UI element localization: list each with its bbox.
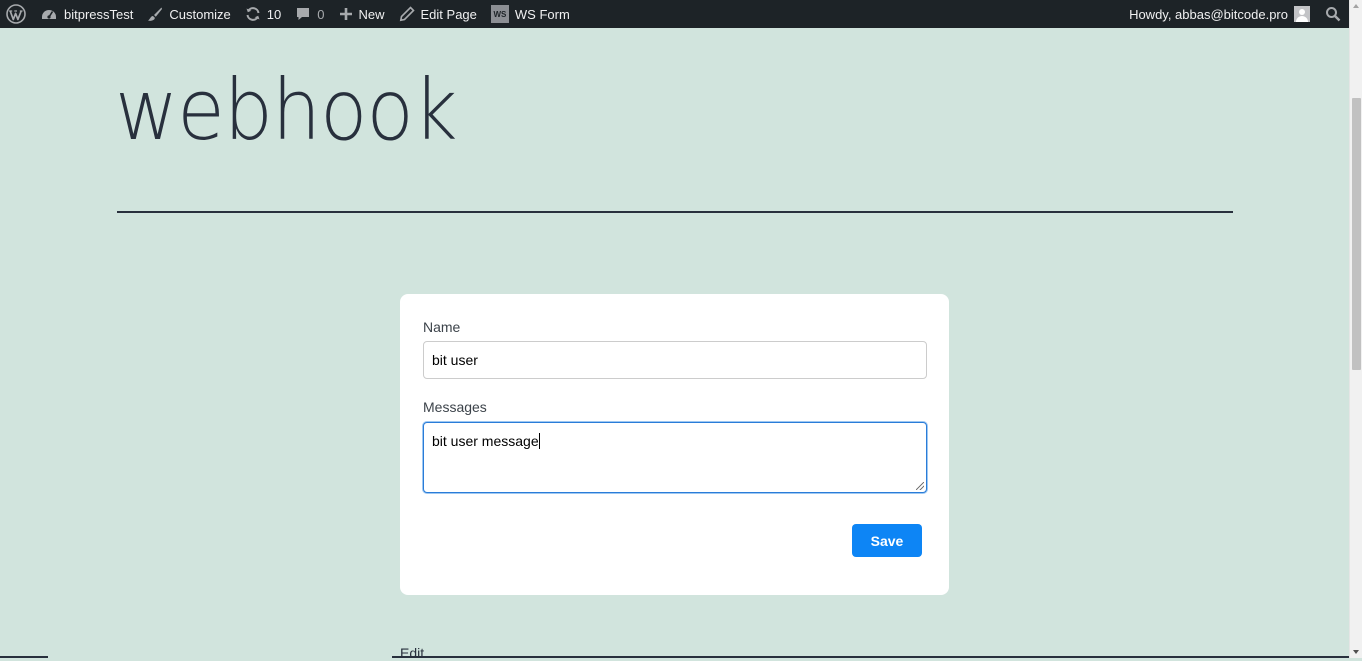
scrollbar-thumb[interactable] [1352,98,1361,370]
updates-count: 10 [266,6,282,22]
text-caret [538,433,540,449]
dashboard-icon [40,5,58,23]
messages-textarea-value: bit user message [432,433,539,449]
webhook-form-card: Name bit user Messages bit user message … [400,294,949,595]
howdy-label: Howdy, abbas@bitcode.pro [1129,6,1288,22]
save-button[interactable]: Save [852,524,922,557]
wordpress-menu[interactable] [0,0,33,28]
search-icon [1326,7,1341,22]
pencil-icon [399,6,415,22]
title-divider [117,211,1233,213]
resize-handle-icon[interactable] [916,482,924,490]
vertical-scrollbar[interactable] [1349,0,1362,658]
customize-label: Customize [169,6,231,22]
customize-link[interactable]: Customize [140,0,237,28]
scroll-down-arrow-icon[interactable] [1353,650,1359,654]
site-name-menu[interactable]: bitpressTest [33,0,140,28]
admin-bar-secondary: Howdy, abbas@bitcode.pro [1122,0,1349,28]
ws-form-menu[interactable]: WS WS Form [484,0,577,28]
messages-textarea[interactable]: bit user message [423,422,927,493]
messages-label: Messages [423,399,487,415]
ws-form-label: WS Form [514,6,570,22]
wordpress-logo-icon [6,4,26,24]
avatar [1294,6,1310,22]
scroll-up-arrow-icon[interactable] [1353,4,1359,8]
paintbrush-icon [147,6,163,22]
name-label: Name [423,319,461,335]
new-label: New [358,6,385,22]
comments-count: 0 [317,6,325,22]
updates-icon [245,6,261,22]
my-account-menu[interactable]: Howdy, abbas@bitcode.pro [1122,0,1318,28]
new-content-menu[interactable]: New [332,0,392,28]
edit-page-label: Edit Page [420,6,477,22]
site-name-label: bitpressTest [64,6,134,22]
edit-link[interactable]: Edit [400,645,424,661]
edit-page-link[interactable]: Edit Page [392,0,484,28]
comments-link[interactable]: 0 [288,0,331,28]
name-input[interactable]: bit user [423,341,927,379]
page-title: webhook [115,61,458,159]
plus-icon [339,7,353,21]
comment-icon [295,6,311,22]
search-toggle[interactable] [1318,0,1349,28]
updates-link[interactable]: 10 [238,0,288,28]
name-input-value: bit user [432,352,478,368]
ws-form-logo: WS [490,5,509,23]
admin-bar: bitpressTest Customize 10 0 New Edit Pag… [0,0,1349,28]
